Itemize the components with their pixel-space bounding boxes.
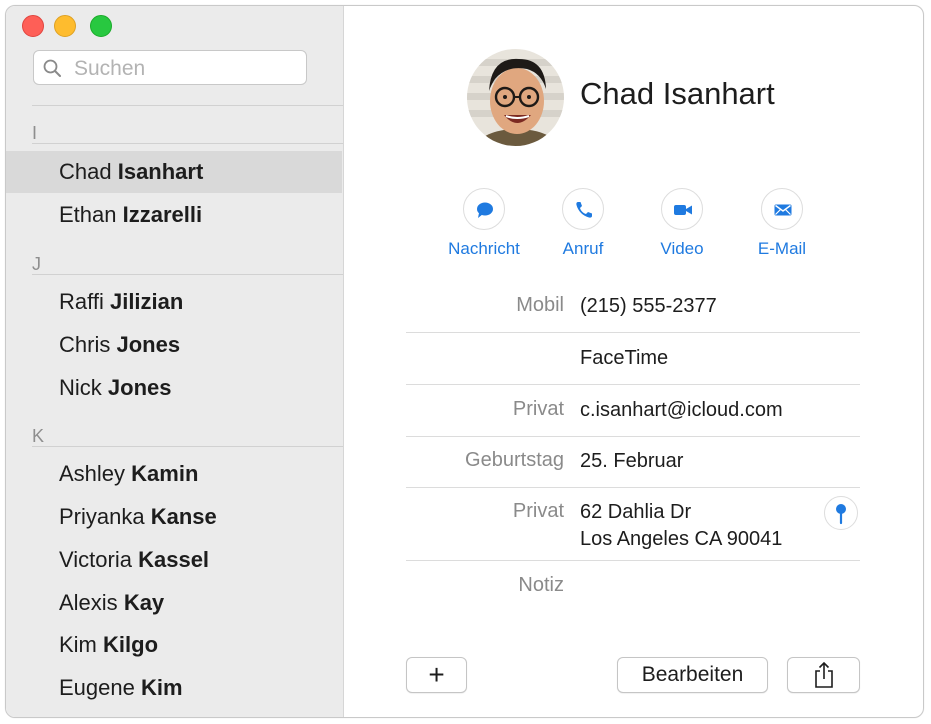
contact-list-item[interactable]: Victoria Kassel — [6, 539, 342, 581]
mobile-field-value[interactable]: (215) 555-2377 — [580, 293, 717, 320]
contact-list-item[interactable]: Chad Isanhart — [6, 151, 342, 193]
contact-list-item[interactable]: Chris Jones — [6, 324, 342, 366]
contact-list-item[interactable]: Eugene Kim — [6, 667, 342, 709]
email-button[interactable] — [761, 188, 803, 230]
contact-list-item[interactable]: Kim Kilgo — [6, 624, 342, 666]
map-pin-icon — [836, 504, 846, 525]
section-header-k: K — [32, 426, 343, 447]
share-button[interactable] — [787, 657, 860, 693]
facetime-field-row: FaceTime — [406, 333, 860, 385]
address-field-row: Privat 62 Dahlia Dr Los Angeles CA 90041 — [406, 488, 860, 561]
email-field-value[interactable]: c.isanhart@icloud.com — [580, 397, 783, 424]
address-line-2[interactable]: Los Angeles CA 90041 — [580, 526, 782, 553]
message-action[interactable]: Nachricht — [434, 188, 534, 259]
mail-icon — [774, 204, 792, 216]
birthday-field-label: Geburtstag — [465, 449, 564, 471]
email-label: E-Mail — [757, 239, 807, 258]
section-letter: I — [32, 123, 38, 143]
message-button[interactable] — [463, 188, 505, 230]
contact-list-item[interactable]: Ashley Kamin — [6, 453, 342, 495]
minimize-window-button[interactable] — [54, 15, 76, 37]
search-icon — [43, 59, 61, 77]
mobile-field-row: Mobil (215) 555-2377 — [406, 292, 860, 333]
share-icon — [814, 661, 833, 688]
email-field-row: Privat c.isanhart@icloud.com — [406, 385, 860, 437]
contact-name: Raffi Jilizian — [59, 289, 184, 314]
contact-name-heading: Chad Isanhart — [580, 76, 775, 111]
contact-name: Alexis Kay — [59, 590, 165, 615]
contact-detail-pane: Chad Isanhart Nachricht Anruf Video E-Ma… — [344, 6, 923, 717]
video-icon — [674, 205, 692, 215]
avatar-photo — [467, 49, 564, 146]
phone-icon — [576, 202, 592, 218]
contact-list-item[interactable]: Raffi Jilizian — [6, 281, 342, 323]
avatar — [467, 49, 564, 146]
video-action[interactable]: Video — [632, 188, 732, 259]
note-field-row: Notiz — [406, 561, 860, 601]
add-field-button[interactable]: + — [406, 657, 467, 693]
call-button[interactable] — [562, 188, 604, 230]
zoom-window-button[interactable] — [90, 15, 112, 37]
call-label: Anruf — [562, 239, 604, 258]
contact-list-item[interactable]: Ethan Izzarelli — [6, 194, 342, 236]
contact-name: Victoria Kassel — [59, 547, 210, 572]
sidebar-divider — [32, 105, 343, 106]
birthday-field-value[interactable]: 25. Februar — [580, 448, 683, 475]
search-field[interactable] — [33, 50, 307, 85]
mobile-field-label: Mobil — [516, 294, 564, 316]
contact-list-item[interactable]: Priyanka Kanse — [6, 496, 342, 538]
contact-name: Chris Jones — [59, 332, 181, 357]
video-button[interactable] — [661, 188, 703, 230]
section-letter: J — [32, 254, 41, 274]
close-window-button[interactable] — [22, 15, 44, 37]
contact-list-item[interactable]: Nick Jones — [6, 367, 342, 409]
show-map-button[interactable] — [824, 496, 858, 530]
contact-name: Ethan Izzarelli — [59, 202, 203, 227]
contact-name: Nick Jones — [59, 375, 172, 400]
facetime-link[interactable]: FaceTime — [580, 345, 668, 372]
contact-name: Kim Kilgo — [59, 632, 159, 657]
message-label: Nachricht — [448, 239, 520, 258]
address-field-label: Privat — [512, 500, 564, 522]
call-action[interactable]: Anruf — [533, 188, 633, 259]
email-action[interactable]: E-Mail — [732, 188, 832, 259]
sidebar: I Chad Isanhart Ethan Izzarelli J Raffi … — [6, 6, 344, 717]
edit-button[interactable]: Bearbeiten — [617, 657, 768, 693]
section-letter: K — [32, 426, 45, 446]
section-header-i: I — [32, 123, 343, 144]
birthday-field-row: Geburtstag 25. Februar — [406, 437, 860, 488]
note-field-label: Notiz — [518, 574, 564, 596]
search-input[interactable] — [72, 55, 304, 82]
email-field-label: Privat — [512, 398, 564, 420]
section-header-j: J — [32, 254, 343, 275]
message-icon — [477, 202, 493, 218]
contacts-window: I Chad Isanhart Ethan Izzarelli J Raffi … — [5, 5, 924, 718]
contact-name: Chad Isanhart — [59, 159, 204, 184]
address-line-1[interactable]: 62 Dahlia Dr — [580, 499, 691, 526]
video-label: Video — [660, 239, 704, 258]
contact-name: Priyanka Kanse — [59, 504, 217, 529]
contact-list-item[interactable]: Alexis Kay — [6, 582, 342, 624]
contact-name: Eugene Kim — [59, 675, 183, 700]
contact-name: Ashley Kamin — [59, 461, 199, 486]
